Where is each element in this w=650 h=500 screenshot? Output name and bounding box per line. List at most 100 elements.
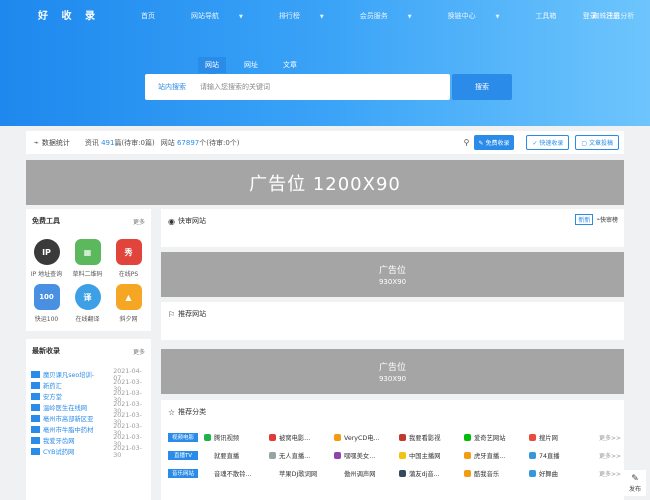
list-marker <box>31 448 40 455</box>
tool-qrcode[interactable]: ▦ 草料二维码 <box>67 239 108 284</box>
list-marker <box>31 415 40 422</box>
category-link[interactable]: 无人直播... <box>269 451 334 460</box>
category-badge[interactable]: 音乐网站 <box>168 468 198 478</box>
ad-banner-930-top[interactable]: 广告位 930X90 <box>161 252 624 297</box>
nav-member-service[interactable]: 会员服务 ▼ <box>360 11 430 21</box>
site-icon <box>269 469 276 477</box>
tool-label: 在线翻译 <box>75 316 100 323</box>
search-icon[interactable]: ⚲ <box>464 138 470 147</box>
nav-label: 换链中心 <box>447 12 476 20</box>
flag-icon: ⚐ <box>168 309 176 319</box>
search-button[interactable]: 搜索 <box>452 74 512 100</box>
nav-label: 网站导航 <box>191 12 219 20</box>
hero-header: 好 收 录 首页 网站导航 ▼ 排行榜 ▼ 会员服务 ▼ 换链中心 ▼ 工具箱 蜘蛛日志… <box>0 0 650 126</box>
news-prefix: 资讯 <box>84 138 99 147</box>
item-title[interactable]: CYB试药网 <box>43 447 109 456</box>
site-icon <box>204 451 211 459</box>
latest-list: 魔贝课凡seo培训- 2021-04-07 新药汇 2021-03-30 安方堂 20… <box>31 368 149 459</box>
ad-banner-1200[interactable]: 广告位 1200X90 <box>26 160 624 205</box>
register-link[interactable]: 注册 <box>606 12 620 20</box>
nav-link-exchange[interactable]: 换链中心 ▼ <box>448 11 518 21</box>
category-more[interactable]: 更多>> <box>599 469 621 478</box>
fast-submit-button[interactable]: ✓ 快速收录 <box>526 135 570 150</box>
tool-ip-lookup[interactable]: IP IP 地址查询 <box>26 239 67 284</box>
category-link[interactable]: 被窝电影... <box>269 433 334 442</box>
tool-online-ps[interactable]: 秀 在线PS <box>108 239 149 284</box>
item-title[interactable]: 我爱牙齿网 <box>43 436 109 445</box>
site-name: 74直播 <box>539 452 560 460</box>
category-link[interactable]: 傲州调声网 <box>334 469 399 478</box>
list-item[interactable]: CYB试药网 2021-03-30 <box>31 444 149 459</box>
ad-banner-930-bottom[interactable]: 广告位 930X90 <box>161 349 624 394</box>
site-name: 音魂不散铃... <box>214 470 252 478</box>
category-link[interactable]: 搜片网 <box>529 433 594 442</box>
category-link[interactable]: 嘿嘿美女... <box>334 451 399 460</box>
category-link[interactable]: 虎牙直播... <box>464 451 529 460</box>
tool-express[interactable]: 100 快运100 <box>26 284 67 329</box>
category-link[interactable]: VeryCD电... <box>334 433 399 442</box>
login-link[interactable]: 登录 <box>583 12 597 20</box>
category-more[interactable]: 更多>> <box>599 451 621 460</box>
list-marker <box>31 371 40 378</box>
article-submit-button[interactable]: ▢ 文章投稿 <box>575 135 619 150</box>
floating-write-button[interactable]: ✎ 发布 <box>624 470 646 496</box>
nav-site-directory[interactable]: 网站导航 ▼ <box>191 11 261 21</box>
tool-xiexi[interactable]: ▲ 斜夕网 <box>108 284 149 329</box>
category-link[interactable]: 酷我音乐 <box>464 469 529 478</box>
quick-rank-link[interactable]: 快审榜 <box>600 215 618 224</box>
category-more[interactable]: 更多>> <box>599 433 621 442</box>
express-icon: 100 <box>33 284 60 310</box>
category-link[interactable]: 74直播 <box>529 451 594 460</box>
category-badge[interactable]: 直播TV <box>168 450 198 460</box>
tab-sites[interactable]: 网站 <box>198 57 226 77</box>
item-title[interactable]: 温岭医生在线网 <box>43 403 109 412</box>
search-scope-label[interactable]: 站内搜索 <box>158 82 200 92</box>
site-name: 苹果DJ歌词网 <box>279 470 318 478</box>
tab-urls[interactable]: 网址 <box>237 57 265 73</box>
category-link[interactable]: 蒲友dj音... <box>399 469 464 478</box>
category-link[interactable]: 就要直播 <box>204 451 269 460</box>
category-link[interactable]: 爱奇艺网站 <box>464 433 529 442</box>
quick-review-panel: ◉ 快审网站 新新 ⌁ 快审榜 <box>161 209 624 247</box>
recommend-panel: ⚐ 推荐网站 <box>161 302 624 340</box>
item-title[interactable]: 魔贝课凡seo培训- <box>43 370 109 379</box>
item-title[interactable]: 亳州市高部新区亚 <box>43 414 109 423</box>
nav-home[interactable]: 首页 <box>141 11 173 21</box>
site-icon <box>334 469 341 477</box>
category-link[interactable]: 好舞曲 <box>529 469 594 478</box>
latest-panel: 最新收录 更多 魔贝课凡seo培训- 2021-04-07 新药汇 2021-03-… <box>26 339 151 500</box>
category-link[interactable]: 音魂不散铃... <box>204 469 269 478</box>
category-row: 音乐网站 音魂不散铃... 苹果DJ歌词网 傲州调声网 蒲友dj音... 酷我音… <box>168 464 621 482</box>
refresh-badge[interactable]: 新新 <box>575 214 594 225</box>
latest-more[interactable]: 更多 <box>133 347 145 356</box>
chevron-down-icon: ▼ <box>407 14 412 20</box>
tab-articles[interactable]: 文章 <box>276 57 304 73</box>
site-icon <box>529 433 536 441</box>
item-title[interactable]: 新药汇 <box>43 381 109 390</box>
nav-label: 排行榜 <box>278 12 300 20</box>
free-tools-more[interactable]: 更多 <box>133 217 145 226</box>
free-submit-button[interactable]: ✎ 免费收录 <box>473 135 515 150</box>
category-link[interactable]: 我要看影视 <box>399 433 464 442</box>
tool-translate[interactable]: 译 在线翻译 <box>67 284 108 329</box>
item-title[interactable]: 安方堂 <box>43 392 109 401</box>
item-date: 2021-03-30 <box>113 444 142 459</box>
category-link[interactable]: 苹果DJ歌词网 <box>269 469 334 478</box>
category-link[interactable]: 中国主播网 <box>399 451 464 460</box>
category-link[interactable]: 腾讯视频 <box>204 433 269 442</box>
qrcode-icon: ▦ <box>74 239 101 265</box>
item-title[interactable]: 亳州市牛脂中药材 <box>43 425 109 434</box>
nav-toolbox[interactable]: 工具箱 <box>535 11 574 21</box>
search-input[interactable]: 请输入您搜索的关键词 <box>200 82 270 92</box>
site-logo[interactable]: 好 收 录 <box>38 7 100 22</box>
free-tools-title: 免费工具 <box>32 217 60 225</box>
ad-size: 930X90 <box>378 278 407 286</box>
site-name: 傲州调声网 <box>344 470 376 478</box>
site-name: VeryCD电... <box>344 434 380 442</box>
category-badge[interactable]: 视频电影 <box>168 432 198 442</box>
site-icon <box>399 433 406 441</box>
stats-label-text: 数据统计 <box>41 138 70 147</box>
site-name: 嘿嘿美女... <box>344 452 376 460</box>
fast-submit-label: 快速收录 <box>539 140 564 147</box>
nav-ranking[interactable]: 排行榜 ▼ <box>279 11 342 21</box>
